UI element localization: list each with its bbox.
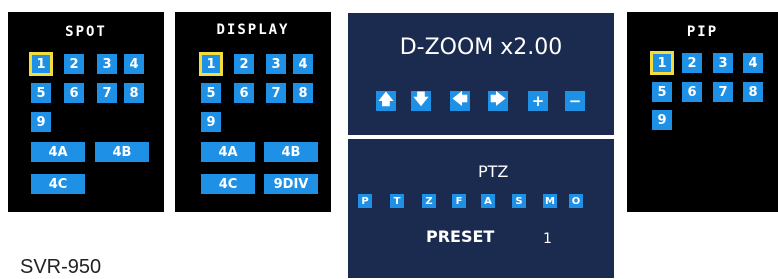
display-panel: DISPLAY 1 2 3 4 5 6 7 8 9 4A 4B 4C 9DIV xyxy=(175,12,331,212)
spot-panel: SPOT 1 2 3 4 5 6 7 8 9 4A 4B 4C xyxy=(8,12,164,212)
display-channel-3[interactable]: 3 xyxy=(266,54,286,74)
spot-channel-3[interactable]: 3 xyxy=(97,54,117,74)
ptz-s-button[interactable]: S xyxy=(512,194,526,208)
ptz-panel: PTZ P T Z F A S M O PRESET 1 xyxy=(348,139,614,278)
pip-channel-7[interactable]: 7 xyxy=(713,82,733,102)
spot-channel-8[interactable]: 8 xyxy=(124,83,144,103)
model-label: SVR-950 xyxy=(20,256,102,278)
spot-channel-7[interactable]: 7 xyxy=(97,83,117,103)
spot-4c-button[interactable]: 4C xyxy=(31,174,85,194)
display-channel-2[interactable]: 2 xyxy=(234,54,254,74)
display-channel-6[interactable]: 6 xyxy=(234,83,254,103)
arrow-up-icon: 🡅 xyxy=(378,89,394,108)
pip-channel-2[interactable]: 2 xyxy=(682,53,702,73)
spot-channel-5[interactable]: 5 xyxy=(31,83,51,103)
pip-panel: PIP 1 2 3 4 5 6 7 8 9 xyxy=(627,12,778,212)
zoom-in-button[interactable]: + xyxy=(528,91,548,111)
pip-channel-8[interactable]: 8 xyxy=(743,82,763,102)
spot-channel-2[interactable]: 2 xyxy=(64,54,84,74)
pip-title: PIP xyxy=(686,24,719,40)
ptz-title: PTZ xyxy=(478,162,509,181)
display-channel-5[interactable]: 5 xyxy=(201,83,221,103)
preset-label: PRESET xyxy=(426,227,495,246)
spot-channel-1[interactable]: 1 xyxy=(29,52,53,76)
dzoom-title: D-ZOOM x2.00 xyxy=(399,35,563,60)
zoom-down-button[interactable]: 🡇 xyxy=(411,89,431,111)
zoom-right-button[interactable]: 🡆 xyxy=(488,89,508,111)
display-channel-7[interactable]: 7 xyxy=(266,83,286,103)
pip-channel-9[interactable]: 9 xyxy=(652,110,672,130)
pip-channel-1[interactable]: 1 xyxy=(650,51,674,75)
ptz-m-button[interactable]: M xyxy=(543,194,557,208)
ptz-t-button[interactable]: T xyxy=(390,194,404,208)
arrow-left-icon: 🡄 xyxy=(452,89,468,108)
spot-channel-6[interactable]: 6 xyxy=(64,83,84,103)
pip-channel-3[interactable]: 3 xyxy=(713,53,733,73)
zoom-up-button[interactable]: 🡅 xyxy=(376,89,396,111)
ptz-p-button[interactable]: P xyxy=(358,194,372,208)
spot-channel-4[interactable]: 4 xyxy=(124,54,144,74)
pip-channel-4[interactable]: 4 xyxy=(743,53,763,73)
ptz-z-button[interactable]: Z xyxy=(422,194,436,208)
display-4b-button[interactable]: 4B xyxy=(264,142,318,162)
ptz-a-button[interactable]: A xyxy=(481,194,495,208)
display-channel-4[interactable]: 4 xyxy=(293,54,313,74)
pip-channel-6[interactable]: 6 xyxy=(682,82,702,102)
zoom-left-button[interactable]: 🡄 xyxy=(450,89,470,111)
ptz-f-button[interactable]: F xyxy=(452,194,466,208)
spot-channel-9[interactable]: 9 xyxy=(31,112,51,132)
display-channel-8[interactable]: 8 xyxy=(293,83,313,103)
display-4a-button[interactable]: 4A xyxy=(201,142,255,162)
zoom-out-button[interactable]: − xyxy=(565,91,585,111)
display-title: DISPLAY xyxy=(216,22,290,38)
display-channel-1[interactable]: 1 xyxy=(199,52,223,76)
pip-channel-5[interactable]: 5 xyxy=(652,82,672,102)
arrow-right-icon: 🡆 xyxy=(490,89,506,108)
minus-icon: − xyxy=(568,92,582,110)
spot-title: SPOT xyxy=(65,24,107,40)
ptz-o-button[interactable]: O xyxy=(569,194,583,208)
plus-icon: + xyxy=(531,92,545,110)
display-4c-button[interactable]: 4C xyxy=(201,174,255,194)
display-channel-9[interactable]: 9 xyxy=(201,112,221,132)
spot-4b-button[interactable]: 4B xyxy=(95,142,149,162)
dzoom-panel: D-ZOOM x2.00 🡅 🡇 🡄 🡆 + − xyxy=(348,13,614,135)
arrow-down-icon: 🡇 xyxy=(413,89,429,108)
preset-value: 1 xyxy=(543,231,552,247)
spot-4a-button[interactable]: 4A xyxy=(31,142,85,162)
display-9div-button[interactable]: 9DIV xyxy=(264,174,318,194)
